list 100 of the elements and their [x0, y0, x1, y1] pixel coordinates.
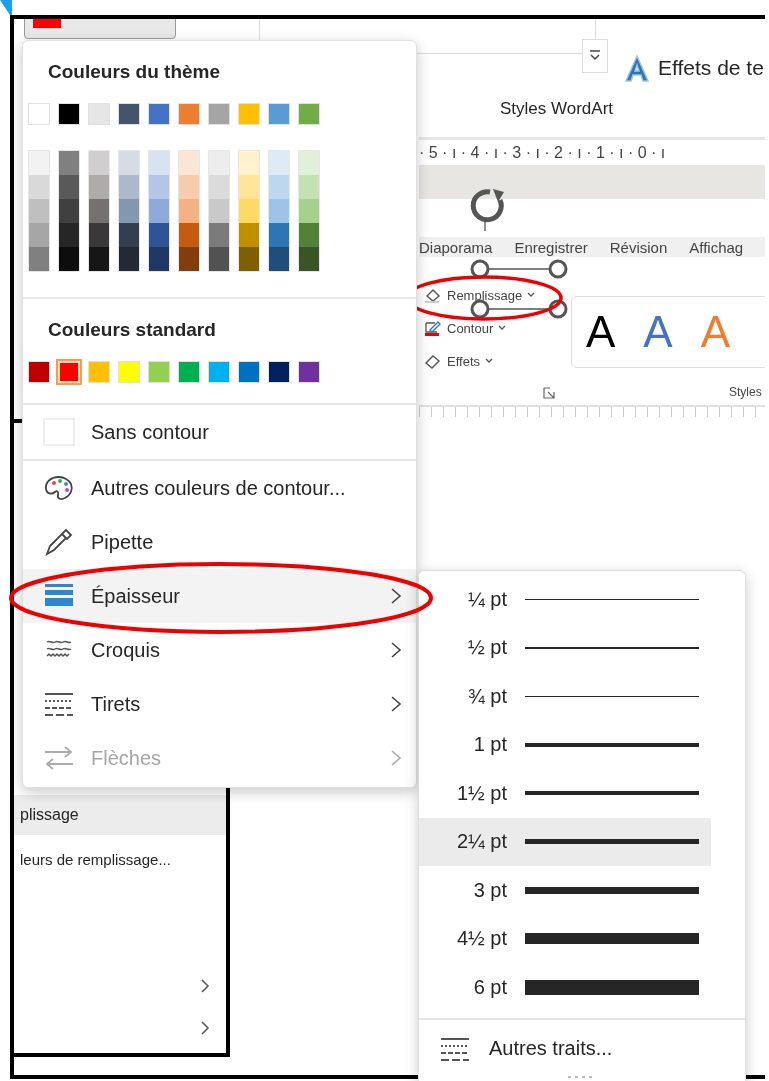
- panel-item[interactable]: leurs de remplissage...: [20, 851, 171, 868]
- color-swatch[interactable]: [148, 103, 170, 125]
- menu-item[interactable]: 2¼ pt: [419, 817, 711, 866]
- color-swatch[interactable]: [88, 103, 110, 125]
- color-swatch[interactable]: [299, 247, 319, 271]
- color-swatch[interactable]: [59, 223, 79, 247]
- color-swatch[interactable]: [148, 361, 170, 383]
- color-swatch[interactable]: [269, 151, 289, 175]
- color-swatch[interactable]: [28, 103, 50, 125]
- color-swatch[interactable]: [299, 175, 319, 199]
- color-swatch[interactable]: [59, 151, 79, 175]
- menu-item[interactable]: Autres traits...: [419, 1025, 745, 1072]
- color-swatch[interactable]: [88, 361, 110, 383]
- color-swatch[interactable]: [208, 103, 230, 125]
- dialog-launcher-icon[interactable]: [543, 387, 555, 399]
- color-swatch[interactable]: [268, 103, 290, 125]
- color-swatch[interactable]: [119, 199, 139, 223]
- color-swatch[interactable]: [89, 223, 109, 247]
- menu-item[interactable]: 3 pt: [419, 866, 711, 915]
- color-swatch[interactable]: [179, 223, 199, 247]
- gallery-more-button[interactable]: [582, 39, 608, 73]
- color-swatch[interactable]: [89, 199, 109, 223]
- color-swatch[interactable]: [269, 175, 289, 199]
- text-effects-button[interactable]: Effets de te: [622, 53, 764, 83]
- color-swatch[interactable]: [269, 223, 289, 247]
- color-swatch[interactable]: [58, 361, 80, 383]
- color-swatch[interactable]: [119, 175, 139, 199]
- color-swatch[interactable]: [179, 175, 199, 199]
- color-swatch[interactable]: [208, 361, 230, 383]
- color-swatch[interactable]: [179, 199, 199, 223]
- menu-item[interactable]: Pipette: [23, 515, 416, 569]
- color-swatch[interactable]: [149, 223, 169, 247]
- color-swatch[interactable]: [119, 223, 139, 247]
- menu-item[interactable]: 1½ pt: [419, 769, 711, 818]
- color-swatch[interactable]: [89, 247, 109, 271]
- color-swatch[interactable]: [29, 199, 49, 223]
- menu-item[interactable]: Tirets: [23, 677, 416, 731]
- menu-item[interactable]: 4½ pt: [419, 914, 711, 963]
- color-swatch[interactable]: [209, 151, 229, 175]
- color-swatch[interactable]: [178, 103, 200, 125]
- color-swatch[interactable]: [149, 199, 169, 223]
- color-swatch[interactable]: [58, 103, 80, 125]
- color-swatch[interactable]: [29, 247, 49, 271]
- color-swatch[interactable]: [29, 223, 49, 247]
- color-swatch[interactable]: [119, 151, 139, 175]
- ribbon-tab[interactable]: Diaporama: [419, 238, 493, 256]
- wordart-style[interactable]: A: [586, 310, 616, 354]
- ribbon-button[interactable]: Contour: [424, 320, 507, 336]
- color-swatch[interactable]: [178, 361, 200, 383]
- ribbon-tab[interactable]: Révision: [609, 238, 668, 256]
- color-swatch[interactable]: [239, 223, 259, 247]
- color-swatch[interactable]: [239, 175, 259, 199]
- color-swatch[interactable]: [179, 151, 199, 175]
- color-swatch[interactable]: [299, 223, 319, 247]
- color-swatch[interactable]: [179, 247, 199, 271]
- color-swatch[interactable]: [238, 103, 260, 125]
- color-swatch[interactable]: [239, 199, 259, 223]
- menu-item[interactable]: ¾ pt: [419, 672, 711, 721]
- menu-item[interactable]: Croquis: [23, 623, 416, 677]
- color-swatch[interactable]: [29, 175, 49, 199]
- color-swatch[interactable]: [209, 175, 229, 199]
- color-swatch[interactable]: [299, 199, 319, 223]
- menu-item[interactable]: 1 pt: [419, 720, 711, 769]
- color-swatch[interactable]: [149, 247, 169, 271]
- color-swatch[interactable]: [209, 247, 229, 271]
- color-swatch[interactable]: [59, 199, 79, 223]
- color-swatch[interactable]: [298, 361, 320, 383]
- color-swatch[interactable]: [269, 199, 289, 223]
- color-swatch[interactable]: [149, 151, 169, 175]
- ribbon-tab[interactable]: Enregistrer: [514, 238, 588, 256]
- color-swatch[interactable]: [118, 103, 140, 125]
- color-swatch[interactable]: [238, 361, 260, 383]
- menu-item[interactable]: Sans contour: [23, 405, 416, 459]
- color-swatch[interactable]: [239, 151, 259, 175]
- chevron-right-icon[interactable]: [200, 978, 210, 994]
- wordart-style[interactable]: A: [643, 310, 673, 354]
- chevron-right-icon[interactable]: [200, 1020, 210, 1036]
- color-swatch[interactable]: [239, 247, 259, 271]
- color-swatch[interactable]: [209, 223, 229, 247]
- color-swatch[interactable]: [118, 361, 140, 383]
- color-swatch[interactable]: [89, 175, 109, 199]
- color-swatch[interactable]: [59, 175, 79, 199]
- color-swatch[interactable]: [28, 361, 50, 383]
- ribbon-button[interactable]: Effets: [424, 353, 493, 369]
- color-swatch[interactable]: [119, 247, 139, 271]
- color-swatch[interactable]: [268, 361, 290, 383]
- color-swatch[interactable]: [269, 247, 289, 271]
- color-swatch[interactable]: [149, 175, 169, 199]
- menu-item[interactable]: 6 pt: [419, 963, 711, 1012]
- menu-item[interactable]: ½ pt: [419, 623, 711, 672]
- ribbon-tab[interactable]: Affichag: [689, 238, 744, 256]
- color-swatch[interactable]: [89, 151, 109, 175]
- menu-item[interactable]: Autres couleurs de contour...: [23, 461, 416, 515]
- color-swatch[interactable]: [209, 199, 229, 223]
- color-swatch[interactable]: [59, 247, 79, 271]
- color-swatch[interactable]: [299, 151, 319, 175]
- menu-item[interactable]: Épaisseur: [23, 569, 416, 623]
- color-swatch[interactable]: [29, 151, 49, 175]
- color-swatch[interactable]: [298, 103, 320, 125]
- menu-item[interactable]: ¼ pt: [419, 575, 711, 624]
